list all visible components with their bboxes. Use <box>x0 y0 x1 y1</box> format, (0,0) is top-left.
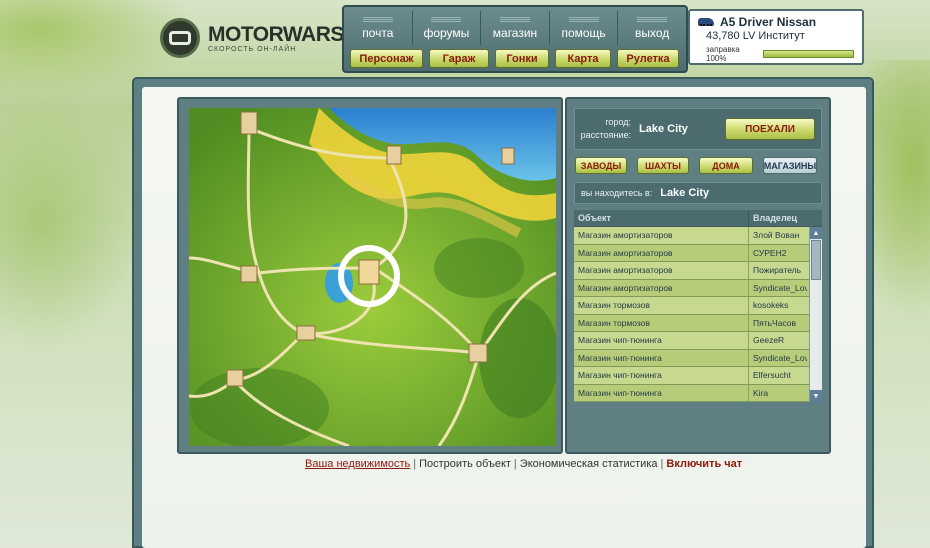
table-row[interactable]: Магазин амортизаторов Syndicate_Lov <box>574 279 822 297</box>
roulette-button[interactable]: Рулетка <box>617 49 679 68</box>
table-row[interactable]: Магазин чип-тюнинга Syndicate_Lov <box>574 349 822 367</box>
map-panel <box>177 97 563 454</box>
background-leaf <box>0 90 140 350</box>
column-header-object[interactable]: Объект <box>574 210 749 226</box>
table-row[interactable]: Магазин чип-тюнинга Elfersucht <box>574 367 822 385</box>
category-tabs: ЗАВОДЫ ШАХТЫ ДОМА МАГАЗИНЫ <box>575 157 817 174</box>
table-row[interactable]: Магазин амортизаторов Пожиратель <box>574 262 822 280</box>
location-city: Lake City <box>660 187 710 199</box>
player-balance: 43,780 LV Институт <box>706 30 805 42</box>
car-icon <box>698 18 714 26</box>
table-row[interactable]: Магазин чип-тюнинга GeezeR <box>574 332 822 350</box>
table-row[interactable]: Магазин тормозов ПятьЧасов <box>574 314 822 332</box>
go-button[interactable]: ПОЕХАЛИ <box>725 118 815 140</box>
destination-box: город: расстояние: Lake City ПОЕХАЛИ <box>574 108 822 150</box>
tab-shops[interactable]: МАГАЗИНЫ <box>763 157 817 174</box>
map-button[interactable]: Карта <box>555 49 611 68</box>
scroll-up-icon[interactable]: ▲ <box>810 227 822 239</box>
tab-houses[interactable]: ДОМА <box>699 157 753 174</box>
nav-mail[interactable]: почта <box>344 11 413 45</box>
nav-exit[interactable]: выход <box>618 11 686 45</box>
bottom-links: Ваша недвижимость | Построить объект | Эконо… <box>305 458 743 470</box>
table-row[interactable]: Магазин амортизаторов СУРЕН2 <box>574 244 822 262</box>
city-map[interactable] <box>189 108 556 446</box>
link-economic-stats[interactable]: Экономическая статистика <box>520 458 658 470</box>
city-info-panel: город: расстояние: Lake City ПОЕХАЛИ ЗАВ… <box>565 97 831 454</box>
fuel-bar <box>763 50 854 58</box>
table-scrollbar[interactable]: ▲ ▼ <box>809 227 822 402</box>
fuel-label: заправка 100% <box>706 45 740 63</box>
link-build-object[interactable]: Построить объект <box>419 458 511 470</box>
character-button[interactable]: Персонаж <box>350 49 423 68</box>
tab-mines[interactable]: ШАХТЫ <box>637 157 689 174</box>
table-row[interactable]: Магазин тормозов kosokeks <box>574 297 822 315</box>
nav-shop[interactable]: магазин <box>481 11 550 45</box>
table-body: Магазин амортизаторов Злой Вован Магазин … <box>574 227 822 402</box>
player-car[interactable]: A5 Driver Nissan <box>720 15 816 29</box>
player-info: A5 Driver Nissan 43,780 LV Институт запр… <box>688 9 864 65</box>
garage-button[interactable]: Гараж <box>429 49 489 68</box>
objects-table: Объект Владелец Магазин амортизаторов Зло… <box>574 210 822 454</box>
city-label: город: <box>605 117 631 127</box>
location-label: вы находитесь в: <box>581 188 653 198</box>
column-header-owner[interactable]: Владелец <box>749 210 822 226</box>
nav-help[interactable]: помощь <box>550 11 619 45</box>
top-navigation: почта форумы магазин помощь выход Персон… <box>342 5 688 73</box>
link-enable-chat[interactable]: Включить чат <box>666 458 742 470</box>
current-location-box: вы находитесь в: Lake City <box>574 182 822 204</box>
nav-forums[interactable]: форумы <box>413 11 482 45</box>
logo-mark-icon <box>160 18 200 58</box>
table-row[interactable]: Магазин амортизаторов Злой Вован <box>574 227 822 245</box>
table-row[interactable]: Магазин чип-тюнинга Kira <box>574 384 822 402</box>
link-my-property[interactable]: Ваша недвижимость <box>305 458 410 470</box>
races-button[interactable]: Гонки <box>495 49 549 68</box>
city-value: Lake City <box>639 122 688 135</box>
scroll-thumb[interactable] <box>811 240 821 280</box>
tab-factories[interactable]: ЗАВОДЫ <box>575 157 627 174</box>
current-building <box>358 259 380 285</box>
scroll-down-icon[interactable]: ▼ <box>810 390 822 402</box>
table-header: Объект Владелец <box>574 210 822 227</box>
map-image <box>189 108 556 446</box>
distance-label: расстояние: <box>580 130 631 140</box>
